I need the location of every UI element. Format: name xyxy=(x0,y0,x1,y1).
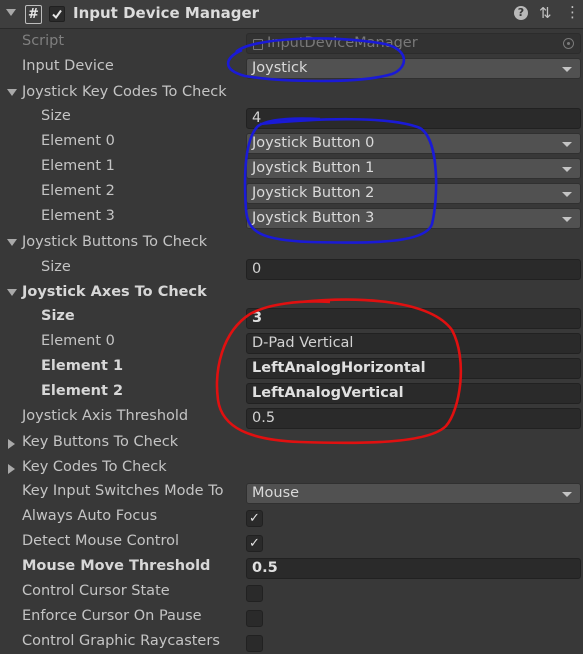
dropdown-value: Joystick Button 3 xyxy=(252,210,375,226)
key-code-element-row: Element 2 Joystick Button 2 xyxy=(0,180,583,205)
axis-threshold-row: Joystick Axis Threshold 0.5 xyxy=(0,405,583,430)
chevron-down-icon xyxy=(562,492,572,497)
key-code-element-1-dropdown[interactable]: Joystick Button 1 xyxy=(246,158,581,179)
object-picker-icon xyxy=(563,38,574,49)
key-code-element-row: Element 3 Joystick Button 3 xyxy=(0,205,583,230)
foldout-closed-icon[interactable] xyxy=(8,464,15,474)
detect-mouse-control-label: Detect Mouse Control xyxy=(22,533,180,549)
foldout-open-icon[interactable] xyxy=(7,289,17,296)
element-label: Element 0 xyxy=(41,333,115,349)
key-input-switch-dropdown[interactable]: Mouse xyxy=(246,483,581,504)
component-enabled-checkbox[interactable] xyxy=(49,6,65,22)
enforce-cursor-on-pause-row: Enforce Cursor On Pause xyxy=(0,605,583,630)
chevron-down-icon xyxy=(562,167,572,172)
key-codes-foldout[interactable]: Key Codes To Check xyxy=(0,456,583,481)
control-cursor-state-checkbox[interactable] xyxy=(246,585,263,602)
element-label: Element 1 xyxy=(41,358,124,374)
joystick-axes-label: Joystick Axes To Check xyxy=(22,284,207,300)
control-graphic-raycasters-checkbox[interactable] xyxy=(246,635,263,652)
axis-element-2-input[interactable]: LeftAnalogVertical xyxy=(246,383,581,404)
key-code-element-row: Element 0 Joystick Button 0 xyxy=(0,130,583,155)
joystick-key-codes-size-input[interactable]: 4 xyxy=(246,108,581,129)
size-label: Size xyxy=(41,108,71,124)
joystick-axes-size-input[interactable]: 3 xyxy=(246,308,581,329)
chevron-down-icon xyxy=(562,192,572,197)
element-label: Element 3 xyxy=(41,208,115,224)
script-icon: # xyxy=(25,5,42,24)
foldout-open-icon[interactable] xyxy=(7,239,17,246)
element-label: Element 0 xyxy=(41,133,115,149)
presets-icon[interactable]: ⇅ xyxy=(539,5,552,21)
foldout-open-icon[interactable] xyxy=(7,89,17,96)
joystick-buttons-size-input[interactable]: 0 xyxy=(246,259,581,280)
input-device-row: Input Device Joystick xyxy=(0,55,583,80)
enforce-cursor-on-pause-checkbox[interactable] xyxy=(246,610,263,627)
dropdown-value: Joystick Button 2 xyxy=(252,185,375,201)
always-auto-focus-row: Always Auto Focus ✓ xyxy=(0,505,583,530)
key-buttons-label: Key Buttons To Check xyxy=(22,434,179,450)
axis-element-1-input[interactable]: LeftAnalogHorizontal xyxy=(246,358,581,379)
detect-mouse-control-checkbox[interactable]: ✓ xyxy=(246,535,263,552)
axis-threshold-input[interactable]: 0.5 xyxy=(246,408,581,429)
script-object-field: InputDeviceManager xyxy=(246,33,581,54)
axis-element-row: Element 2 LeftAnalogVertical xyxy=(0,380,583,405)
control-cursor-state-label: Control Cursor State xyxy=(22,583,170,599)
element-label: Element 2 xyxy=(41,183,115,199)
more-options-icon[interactable]: ⋮ xyxy=(565,2,580,22)
dropdown-value: Mouse xyxy=(252,485,300,501)
chevron-down-icon xyxy=(562,67,572,72)
control-graphic-raycasters-row: Control Graphic Raycasters xyxy=(0,630,583,654)
key-codes-label: Key Codes To Check xyxy=(22,459,167,475)
key-code-element-3-dropdown[interactable]: Joystick Button 3 xyxy=(246,208,581,229)
axis-element-0-input[interactable]: D-Pad Vertical xyxy=(246,333,581,354)
mouse-move-threshold-row: Mouse Move Threshold 0.5 xyxy=(0,555,583,580)
control-graphic-raycasters-label: Control Graphic Raycasters xyxy=(22,633,220,649)
key-buttons-foldout[interactable]: Key Buttons To Check xyxy=(0,431,583,456)
dropdown-value: Joystick Button 0 xyxy=(252,135,375,151)
key-input-switch-label: Key Input Switches Mode To xyxy=(22,483,224,499)
foldout-closed-icon[interactable] xyxy=(8,439,15,449)
joystick-key-codes-size-row: Size 4 xyxy=(0,105,583,130)
help-icon[interactable]: ? xyxy=(514,6,528,20)
enforce-cursor-on-pause-label: Enforce Cursor On Pause xyxy=(22,608,202,624)
size-label: Size xyxy=(41,308,75,324)
key-code-element-row: Element 1 Joystick Button 1 xyxy=(0,155,583,180)
key-input-switch-row: Key Input Switches Mode To Mouse xyxy=(0,480,583,505)
script-label: Script xyxy=(22,33,65,49)
size-label: Size xyxy=(41,259,71,275)
chevron-down-icon xyxy=(562,142,572,147)
joystick-axes-foldout[interactable]: Joystick Axes To Check xyxy=(0,281,583,306)
component-header: # Input Device Manager ? ⇅ ⋮ xyxy=(0,0,583,29)
element-label: Element 1 xyxy=(41,158,115,174)
control-cursor-state-row: Control Cursor State xyxy=(0,580,583,605)
detect-mouse-control-row: Detect Mouse Control ✓ xyxy=(0,530,583,555)
input-device-label: Input Device xyxy=(22,58,114,74)
axis-threshold-label: Joystick Axis Threshold xyxy=(22,408,189,424)
joystick-buttons-label: Joystick Buttons To Check xyxy=(22,234,208,250)
joystick-buttons-foldout[interactable]: Joystick Buttons To Check xyxy=(0,231,583,256)
joystick-buttons-size-row: Size 0 xyxy=(0,256,583,281)
script-row: Script InputDeviceManager xyxy=(0,30,583,55)
element-label: Element 2 xyxy=(41,383,124,399)
joystick-axes-size-row: Size 3 xyxy=(0,305,583,330)
axis-element-row: Element 1 LeftAnalogHorizontal xyxy=(0,355,583,380)
chevron-down-icon xyxy=(562,217,572,222)
key-code-element-0-dropdown[interactable]: Joystick Button 0 xyxy=(246,133,581,154)
input-device-dropdown[interactable]: Joystick xyxy=(246,58,581,79)
mouse-move-threshold-label: Mouse Move Threshold xyxy=(22,558,211,574)
always-auto-focus-label: Always Auto Focus xyxy=(22,508,158,524)
collapse-arrow-icon[interactable] xyxy=(6,9,16,16)
joystick-key-codes-foldout[interactable]: Joystick Key Codes To Check xyxy=(0,81,583,106)
axis-element-row: Element 0 D-Pad Vertical xyxy=(0,330,583,355)
script-file-icon xyxy=(253,39,263,50)
component-title: Input Device Manager xyxy=(73,4,260,22)
joystick-key-codes-label: Joystick Key Codes To Check xyxy=(22,84,227,100)
dropdown-value: Joystick Button 1 xyxy=(252,160,375,176)
mouse-move-threshold-input[interactable]: 0.5 xyxy=(246,558,581,579)
always-auto-focus-checkbox[interactable]: ✓ xyxy=(246,510,263,527)
script-value: InputDeviceManager xyxy=(267,35,418,51)
input-device-value: Joystick xyxy=(252,60,308,76)
key-code-element-2-dropdown[interactable]: Joystick Button 2 xyxy=(246,183,581,204)
